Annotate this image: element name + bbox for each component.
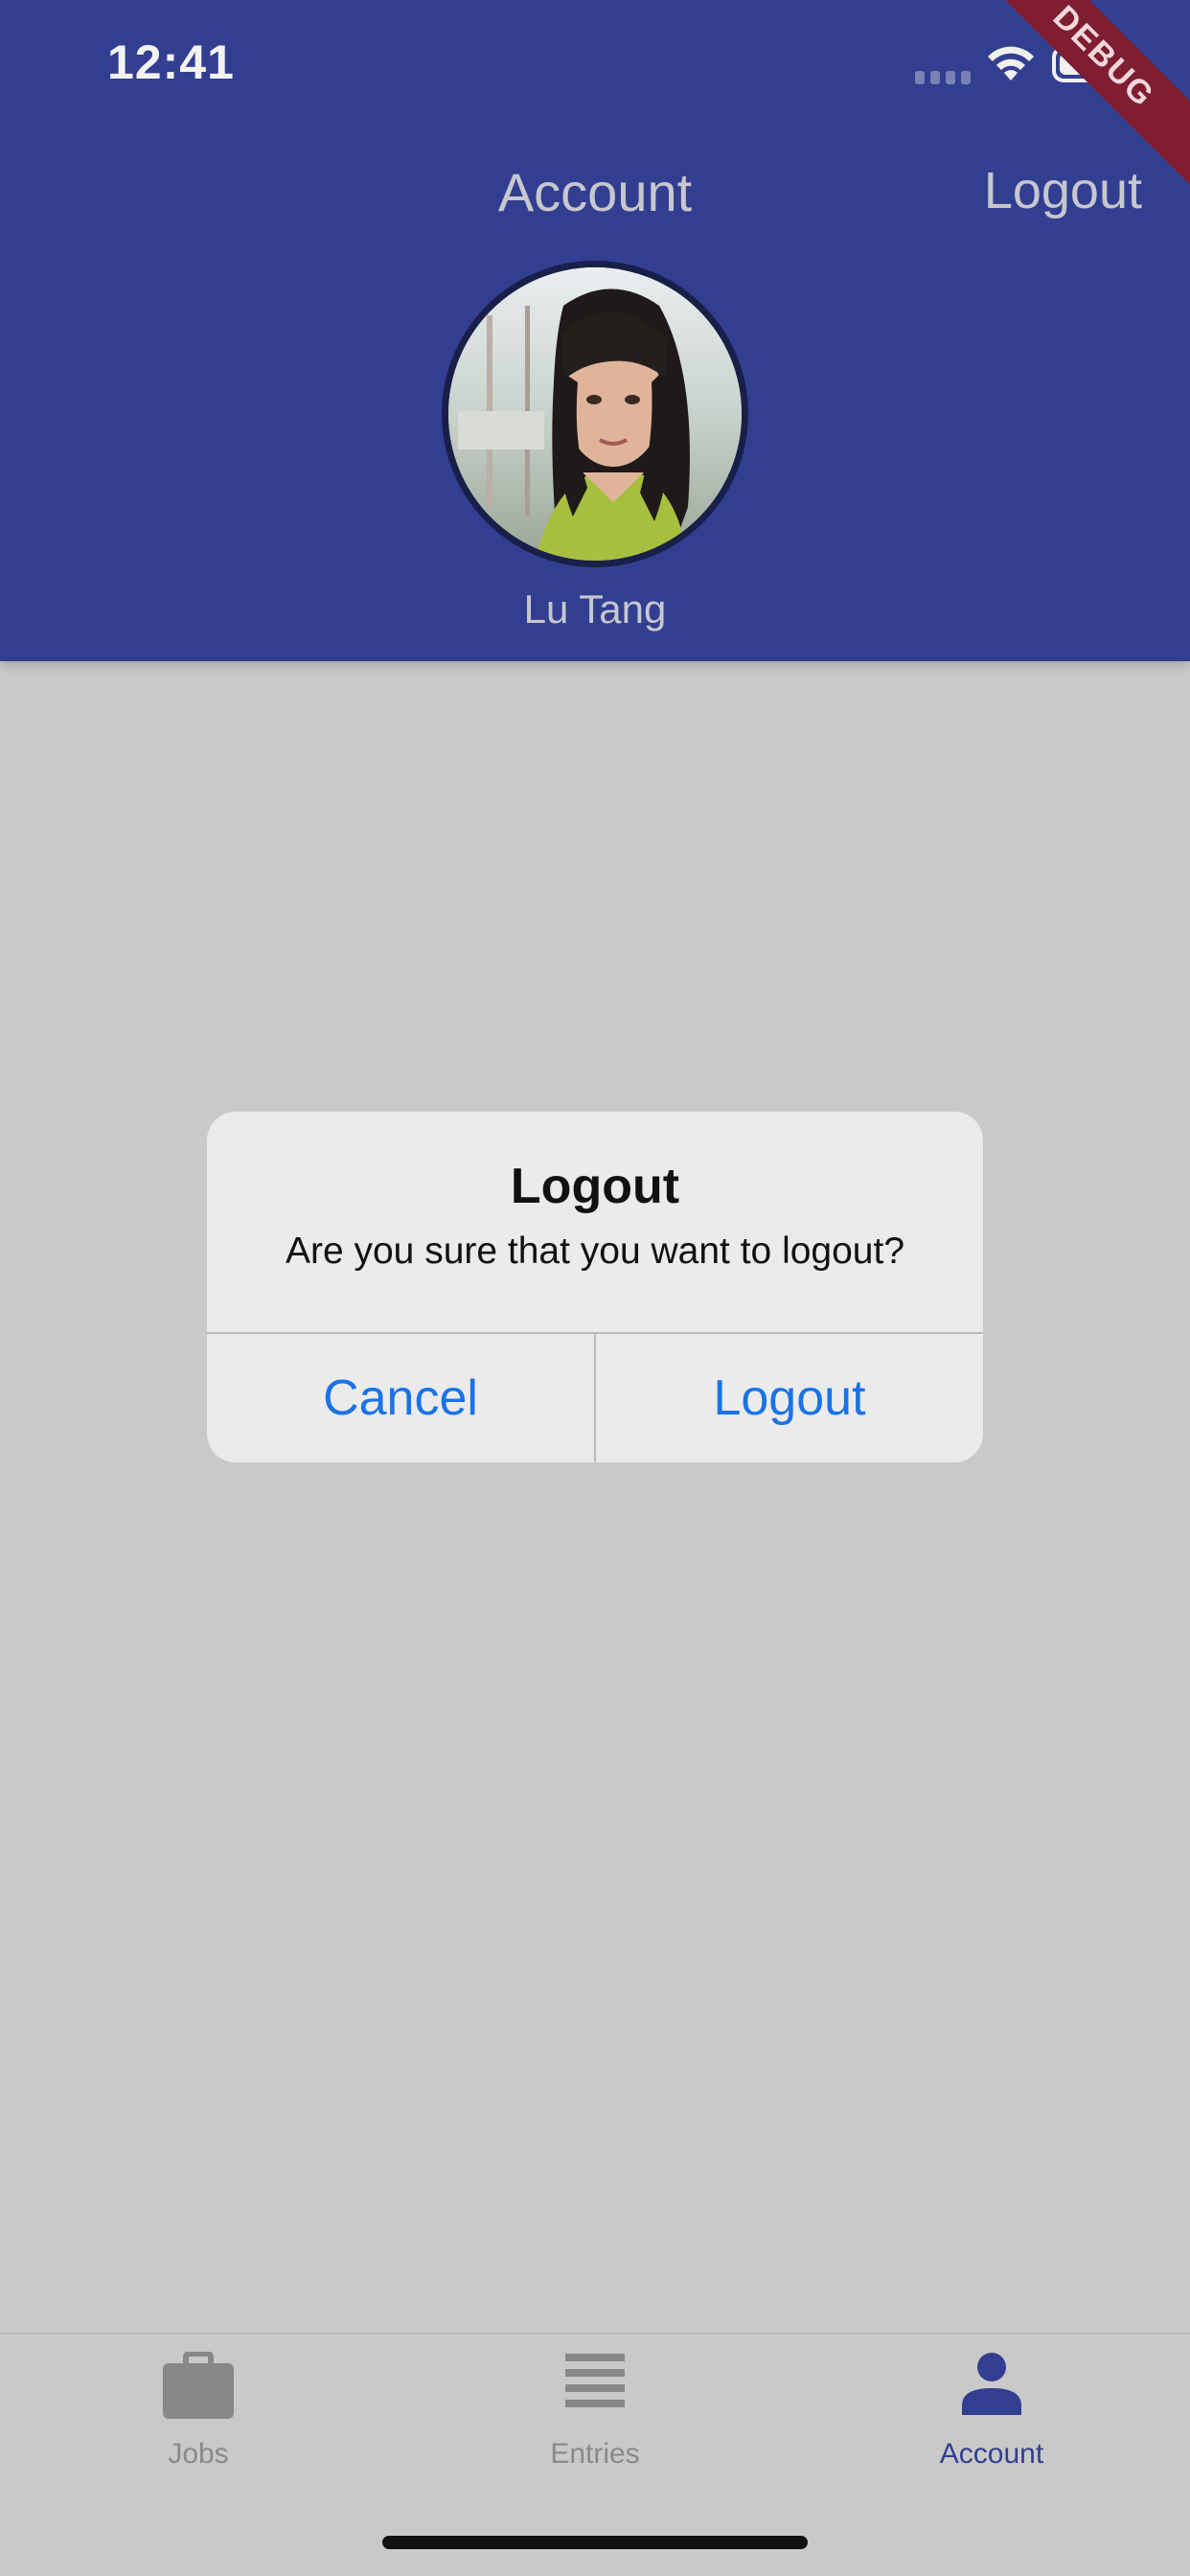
tab-jobs[interactable]: Jobs <box>0 2334 397 2488</box>
tab-account[interactable]: Account <box>793 2334 1190 2488</box>
dialog-message: Are you sure that you want to logout? <box>285 1230 905 1272</box>
tab-entries-label: Entries <box>550 2438 640 2470</box>
status-time: 12:41 <box>107 35 235 89</box>
user-name: Lu Tang <box>523 586 667 632</box>
wifi-icon <box>985 42 1037 87</box>
tab-account-label: Account <box>939 2438 1044 2470</box>
avatar <box>442 261 748 567</box>
briefcase-icon <box>161 2351 236 2426</box>
cellular-signal-icon <box>915 71 971 84</box>
confirm-logout-button[interactable]: Logout <box>596 1334 983 1462</box>
app-bar: 12:41 Account Logout Lu Tang <box>0 0 1190 661</box>
tab-jobs-label: Jobs <box>168 2438 229 2470</box>
home-indicator[interactable] <box>382 2536 808 2549</box>
person-icon <box>960 2352 1023 2420</box>
logout-confirmation-dialog: Logout Are you sure that you want to log… <box>207 1112 983 1462</box>
list-icon <box>563 2352 627 2414</box>
tab-entries[interactable]: Entries <box>397 2334 793 2488</box>
dialog-title: Logout <box>510 1159 680 1214</box>
cancel-button[interactable]: Cancel <box>207 1334 594 1462</box>
logout-button[interactable]: Logout <box>984 161 1142 220</box>
